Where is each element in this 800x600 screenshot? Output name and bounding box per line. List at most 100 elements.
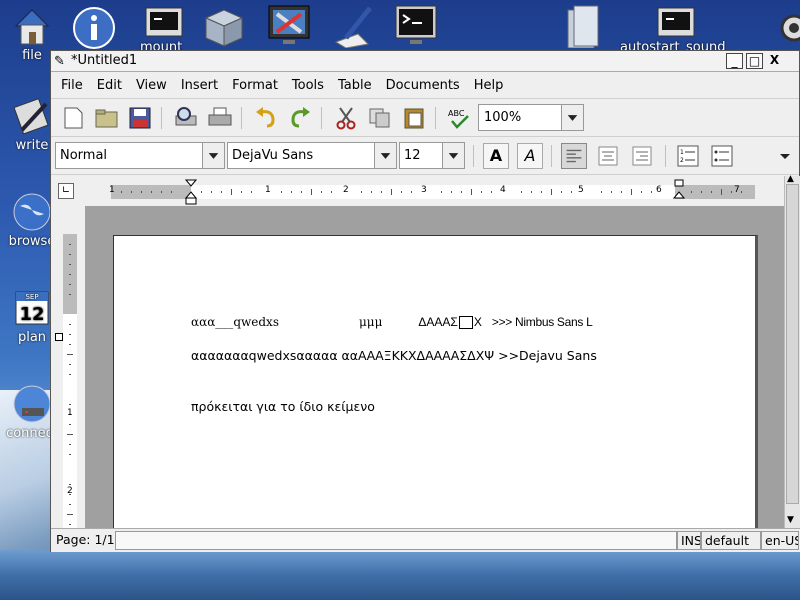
menu-view[interactable]: View <box>136 78 167 93</box>
chevron-down-icon[interactable] <box>561 105 583 130</box>
bullet-list-icon[interactable] <box>709 143 735 169</box>
align-right-icon[interactable] <box>629 143 655 169</box>
font-size-select[interactable]: 12 <box>399 142 465 169</box>
svg-text:2: 2 <box>680 157 684 164</box>
toolbar-separator <box>241 107 242 129</box>
font-size-value: 12 <box>404 148 421 163</box>
print-preview-icon[interactable] <box>173 106 199 130</box>
toolbar-overflow-icon[interactable] <box>777 143 793 169</box>
status-language[interactable]: en-US <box>761 531 799 550</box>
style-value: Normal <box>60 148 108 163</box>
folder-icon[interactable] <box>560 4 608 48</box>
maximize-button[interactable]: □ <box>746 53 763 69</box>
zoom-value: 100% <box>484 110 522 125</box>
chevron-down-icon[interactable] <box>202 143 224 168</box>
close-button[interactable]: X <box>766 53 783 69</box>
document-area: ∟ 1 1 2 3 4 5 6 7 1 2 ααα___qwedxs μμμ Δ… <box>51 176 784 528</box>
standard-toolbar: ABC 100% <box>51 99 799 137</box>
cut-icon[interactable] <box>333 106 359 130</box>
margin-marker[interactable] <box>55 333 63 341</box>
chevron-down-icon[interactable] <box>374 143 396 168</box>
vertical-ruler-strip[interactable] <box>63 234 77 528</box>
document-page[interactable]: ααα___qwedxs μμμ ΔΑΑΑΣ Χ >>> Nimbus Sans L α… <box>113 235 758 528</box>
ruler-label: 6 <box>656 185 662 195</box>
globe-icon <box>13 193 51 231</box>
tools-icon[interactable] <box>265 4 313 48</box>
menu-help[interactable]: Help <box>474 78 504 93</box>
minimize-button[interactable]: _ <box>726 53 743 69</box>
paste-icon[interactable] <box>401 106 427 130</box>
open-folder-icon[interactable] <box>94 106 120 130</box>
settings-gear-icon[interactable] <box>770 4 800 48</box>
redo-icon[interactable] <box>287 106 313 130</box>
connect-globe-icon <box>13 385 51 423</box>
text-line-greek[interactable]: πρόκειται για το ίδιο κείμενο <box>191 399 375 414</box>
zoom-select[interactable]: 100% <box>478 104 584 131</box>
ruler-label: 2 <box>343 185 349 195</box>
horizontal-ruler: ∟ 1 1 2 3 4 5 6 7 <box>51 176 784 206</box>
toolbar-separator <box>665 145 666 167</box>
italic-button[interactable]: A <box>517 143 543 169</box>
menu-file[interactable]: File <box>61 78 83 93</box>
ruler-label: 7 <box>734 185 740 195</box>
text-line-dejavu[interactable]: αααααααqwedxsααααα ααΑΑΑΞΚΚΧΔΑΑΑΑΣΔΧΨ >>… <box>191 348 597 363</box>
status-style: default <box>701 531 761 550</box>
vertical-scrollbar[interactable]: ▲ ▼ <box>784 174 800 528</box>
text-mu: μμμ <box>358 315 383 329</box>
menu-insert[interactable]: Insert <box>181 78 218 93</box>
missing-glyph-box <box>458 316 473 329</box>
text-greek-caps: ΔΑΑΑΣ <box>418 315 458 329</box>
status-bar: Page: 1/1 INS default en-US <box>51 528 800 552</box>
toolbar-separator <box>161 107 162 129</box>
info-icon <box>73 7 115 49</box>
tab-type-selector[interactable]: ∟ <box>58 183 74 199</box>
align-center-icon[interactable] <box>595 143 621 169</box>
desktop-icon-info[interactable] <box>66 6 122 52</box>
menu-edit[interactable]: Edit <box>97 78 122 93</box>
menu-tools[interactable]: Tools <box>292 78 324 93</box>
home-icon <box>14 9 50 45</box>
scroll-down-icon[interactable]: ▼ <box>787 515 794 525</box>
scroll-up-icon[interactable]: ▲ <box>787 174 794 184</box>
status-message <box>115 531 677 550</box>
new-document-icon[interactable] <box>60 106 86 130</box>
font-value: DejaVu Sans <box>232 148 314 163</box>
package-icon[interactable] <box>200 4 248 48</box>
menu-table[interactable]: Table <box>338 78 372 93</box>
status-page: Page: 1/1 <box>53 531 117 550</box>
desktop-icon-label: plan <box>17 330 47 345</box>
save-icon[interactable] <box>127 106 153 130</box>
menu-documents[interactable]: Documents <box>386 78 460 93</box>
vertical-ruler: 1 2 <box>51 206 85 528</box>
write-doc-icon[interactable] <box>328 4 376 48</box>
scrollbar-thumb[interactable] <box>786 184 799 504</box>
undo-icon[interactable] <box>253 106 279 130</box>
right-indent-marker[interactable] <box>673 179 685 201</box>
style-select[interactable]: Normal <box>55 142 225 169</box>
terminal-icon[interactable] <box>392 4 440 48</box>
spellcheck-icon[interactable]: ABC <box>446 106 472 130</box>
text-greek-alpha: ααα___ <box>191 315 234 329</box>
text-latin: qwedxs <box>233 315 279 329</box>
app-icon: ✎ <box>54 54 65 69</box>
bold-button[interactable]: A <box>483 143 509 169</box>
numbered-list-icon[interactable]: 1 2 <box>675 143 701 169</box>
menu-format[interactable]: Format <box>232 78 278 93</box>
abiword-window: ✎ *Untitled1 _ □ X File Edit View Insert… <box>50 50 800 552</box>
ruler-label: 4 <box>500 185 506 195</box>
copy-icon[interactable] <box>367 106 393 130</box>
font-select[interactable]: DejaVu Sans <box>227 142 397 169</box>
toolbar-separator <box>435 107 436 129</box>
svg-text:ABC: ABC <box>448 109 465 118</box>
status-insert-mode[interactable]: INS <box>677 531 701 550</box>
indent-marker[interactable] <box>185 179 197 205</box>
chevron-down-icon[interactable] <box>442 143 464 168</box>
title-bar[interactable]: ✎ *Untitled1 _ □ X <box>51 51 799 72</box>
ruler-label: 1 <box>109 185 115 195</box>
desktop-icon-label: write <box>15 138 49 153</box>
calendar-icon: SEP 12 <box>15 291 49 325</box>
align-left-icon[interactable] <box>561 143 587 169</box>
print-icon[interactable] <box>207 106 233 130</box>
desktop-icon-label: file <box>22 48 42 63</box>
text-line-nimbus[interactable]: ααα___qwedxs μμμ ΔΑΑΑΣ Χ >>> Nimbus Sans L <box>191 315 593 329</box>
